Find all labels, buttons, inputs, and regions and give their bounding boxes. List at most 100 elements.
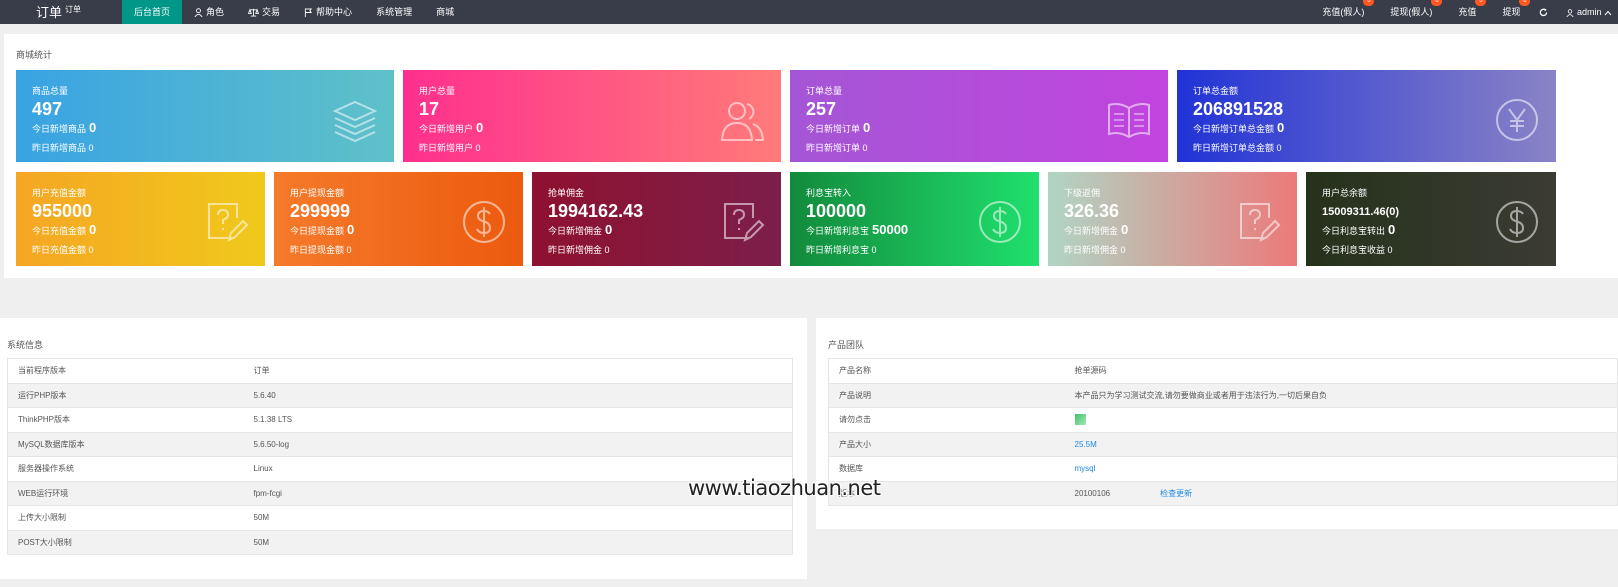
table-value: 5.6.50-log xyxy=(243,432,793,457)
stat-card-users: 用户总量 17 今日新增用户 0 昨日新增用户 0 xyxy=(403,70,781,162)
table-row: MySQL数据库版本 5.6.50-log xyxy=(7,432,793,457)
stat-card-withdraw: 用户提现金额 299999 今日提现金额 0 昨日提现金额 0 xyxy=(274,172,523,266)
stat-card-products: 商品总量 497 今日新增商品 0 昨日新增商品 0 xyxy=(16,70,394,162)
table-key: 运行PHP版本 xyxy=(7,383,244,408)
fake-withdraw-label: 提现(假人) xyxy=(1390,7,1433,17)
book-icon xyxy=(1108,103,1150,139)
card-label: 利息宝转入 xyxy=(806,188,852,198)
user-menu[interactable]: admin xyxy=(1562,0,1618,24)
table-row: 请勿点击 xyxy=(828,407,1618,433)
table-row: ThinkPHP版本 5.1.38 LTS xyxy=(7,407,793,433)
flag-icon xyxy=(304,7,313,17)
table-row: 上传大小限制 50M xyxy=(7,505,793,531)
version-value: 20100106 xyxy=(1074,488,1111,498)
fake-recharge-label: 充值(假人) xyxy=(1322,7,1365,17)
card-yesterday: 今日利息宝收益 0 xyxy=(1322,245,1393,255)
nav-system-label: 系统管理 xyxy=(376,7,413,17)
table-row: 产品大小 25.5M xyxy=(828,432,1618,457)
withdraw-link[interactable]: 提现 0 xyxy=(1487,0,1531,24)
fake-recharge-link[interactable]: 充值(假人) 0 xyxy=(1307,0,1375,24)
edit-doc-icon xyxy=(724,203,765,242)
table-row: POST大小限制 50M xyxy=(7,530,793,555)
card-label: 下级返佣 xyxy=(1064,188,1101,198)
nav-roles[interactable]: 角色 xyxy=(182,0,236,24)
sysinfo-title: 系统信息 xyxy=(7,340,44,350)
card-label: 商品总量 xyxy=(32,86,69,96)
card-value: 15009311.46(0) xyxy=(1322,206,1400,218)
card-yesterday: 昨日提现金额 0 xyxy=(290,245,352,255)
table-value: 5.1.38 LTS xyxy=(243,407,793,433)
refresh-button[interactable] xyxy=(1531,0,1562,24)
user-icon xyxy=(194,7,203,17)
main-nav: 后台首页 角色 交易 帮助中心 系统管理 商城 xyxy=(122,0,466,24)
database-link[interactable]: mysql xyxy=(1075,464,1096,473)
chevron-up-icon xyxy=(1604,10,1612,15)
recharge-label: 充值 xyxy=(1458,7,1477,17)
nav-home-label: 后台首页 xyxy=(134,7,171,17)
image-thumbnail-icon[interactable] xyxy=(1074,414,1086,426)
card-value: 326.36 xyxy=(1064,201,1120,221)
card-label: 用户提现金额 xyxy=(290,188,345,198)
card-yesterday: 昨日新增利息宝 0 xyxy=(806,245,877,255)
card-value: 1994162.43 xyxy=(548,201,644,221)
table-value: mysql xyxy=(1064,456,1618,482)
nav-shop[interactable]: 商城 xyxy=(424,0,466,24)
dollar-icon xyxy=(979,201,1021,243)
card-value: 299999 xyxy=(290,201,351,221)
card-yesterday: 昨日新增订单总金额 0 xyxy=(1193,143,1282,153)
table-row: 服务器操作系统 Linux xyxy=(7,456,793,482)
nav-help[interactable]: 帮助中心 xyxy=(292,0,364,24)
table-row: 数据库 mysql xyxy=(828,456,1618,482)
top-navbar: 订单 订单 后台首页 角色 交易 帮助中心 系统管理 商城 充值(假人) 0 提现(… xyxy=(0,0,1618,24)
table-value: 订单 xyxy=(243,358,793,384)
stats-panel: 商城统计 商品总量 497 今日新增商品 0 昨日新增商品 0 用户总量 17 今… xyxy=(4,34,1618,278)
logo[interactable]: 订单 订单 xyxy=(36,2,81,21)
table-row: 产品说明 本产品只为学习测试交流,请勿要做商业或者用于违法行为,一切后果自负 xyxy=(828,383,1618,408)
card-yesterday: 昨日充值金额 0 xyxy=(32,245,94,255)
team-title: 产品团队 xyxy=(828,340,865,350)
table-key: 产品大小 xyxy=(828,432,1065,457)
fake-withdraw-link[interactable]: 提现(假人) 0 xyxy=(1375,0,1443,24)
nav-trade-label: 交易 xyxy=(262,7,281,17)
table-key: 服务器操作系统 xyxy=(7,456,244,482)
fake-withdraw-badge: 0 xyxy=(1431,0,1443,6)
card-yesterday: 昨日新增商品 0 xyxy=(32,143,94,153)
team-panel: 产品团队 产品名称 抢单源码 产品说明 本产品只为学习测试交流,请勿要做商业或者用于… xyxy=(816,318,1618,529)
card-label: 用户总量 xyxy=(419,86,456,96)
sysinfo-table: 当前程序版本 订单 运行PHP版本 5.6.40 ThinkPHP版本 5.1.38 … xyxy=(7,358,793,555)
table-value xyxy=(1064,407,1618,433)
product-size-link[interactable]: 25.5M xyxy=(1075,440,1097,449)
table-row: 运行PHP版本 5.6.40 xyxy=(7,383,793,408)
edit-doc-icon xyxy=(208,203,249,242)
recharge-link[interactable]: 充值 0 xyxy=(1443,0,1487,24)
nav-trade[interactable]: 交易 xyxy=(236,0,292,24)
table-key: ThinkPHP版本 xyxy=(7,407,244,433)
user-icon xyxy=(1566,8,1574,17)
dollar-icon xyxy=(463,201,505,243)
card-value: 17 xyxy=(419,99,440,119)
card-today: 今日新增订单 0 xyxy=(806,120,871,135)
table-row: 当前程序版本 订单 xyxy=(7,358,793,384)
check-update-link[interactable]: 检查更新 xyxy=(1160,489,1192,498)
table-key: POST大小限制 xyxy=(7,530,244,555)
table-value: 抢单源码 xyxy=(1064,358,1618,384)
edit-doc-icon xyxy=(1240,203,1281,242)
stat-card-orders: 订单总量 257 今日新增订单 0 昨日新增订单 0 xyxy=(790,70,1168,162)
card-value: 206891528 xyxy=(1193,99,1284,119)
refresh-icon xyxy=(1540,8,1548,17)
nav-system[interactable]: 系统管理 xyxy=(364,0,424,24)
nav-home[interactable]: 后台首页 xyxy=(122,0,183,24)
card-today: 今日新增佣金 0 xyxy=(1064,222,1129,237)
table-row: 产品名称 抢单源码 xyxy=(828,358,1618,384)
card-today: 今日新增用户 0 xyxy=(419,120,484,135)
table-key: 上传大小限制 xyxy=(7,505,244,531)
watermark: www.tiaozhuan.net xyxy=(688,476,881,500)
layers-icon xyxy=(332,100,378,142)
table-key: 当前程序版本 xyxy=(7,358,244,384)
table-value: 25.5M xyxy=(1064,432,1618,457)
stats-title: 商城统计 xyxy=(16,50,53,60)
table-value: 50M xyxy=(243,530,793,555)
dollar-icon xyxy=(1496,201,1538,243)
table-row: WEB运行环境 fpm-fcgi xyxy=(7,481,793,506)
card-label: 抢单佣金 xyxy=(548,188,585,198)
